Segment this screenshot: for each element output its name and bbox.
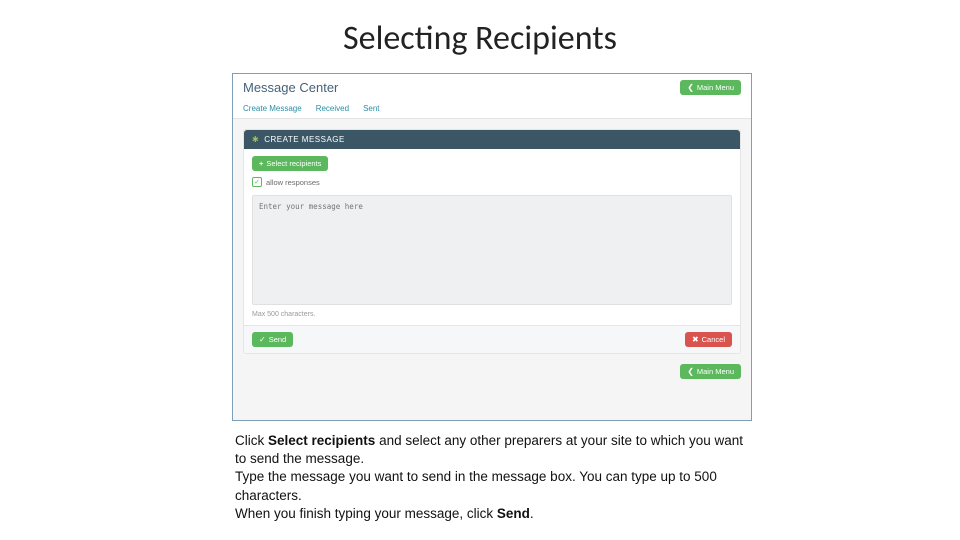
allow-responses-label: allow responses — [266, 178, 320, 187]
chevron-left-icon: ❮ — [687, 84, 694, 92]
select-recipients-button[interactable]: + Select recipients — [252, 156, 328, 171]
chevron-left-icon: ❮ — [687, 368, 694, 376]
instruction-line-3: When you finish typing your message, cli… — [235, 505, 755, 523]
close-icon: ✖ — [692, 336, 699, 344]
panel-header: ✱ CREATE MESSAGE — [244, 130, 740, 149]
select-recipients-label: Select recipients — [266, 159, 321, 168]
instructions-block: Click Select recipients and select any o… — [235, 432, 755, 532]
cancel-label: Cancel — [702, 335, 725, 344]
instruction-line-2: Type the message you want to send in the… — [235, 468, 755, 504]
instr3-post: . — [530, 506, 534, 521]
panel-title: CREATE MESSAGE — [264, 135, 345, 144]
instr3-pre: When you finish typing your message, cli… — [235, 506, 497, 521]
main-menu-button-bottom[interactable]: ❮ Main Menu — [680, 364, 741, 379]
app-header-row: Message Center ❮ Main Menu — [243, 80, 741, 95]
tab-received[interactable]: Received — [316, 101, 349, 118]
bottom-row: ❮ Main Menu — [243, 364, 741, 385]
instr1-bold: Select recipients — [268, 433, 375, 448]
send-button[interactable]: ✓ Send — [252, 332, 293, 347]
page-title: Message Center — [243, 80, 338, 95]
plus-icon: + — [259, 159, 263, 168]
panel-footer: ✓ Send ✖ Cancel — [244, 325, 740, 353]
message-textarea[interactable] — [252, 195, 732, 305]
tabs: Create Message Received Sent — [243, 101, 741, 118]
char-limit-note: Max 500 characters. — [252, 311, 732, 318]
panel-body: + Select recipients ✓ allow responses Ma… — [244, 149, 740, 325]
check-icon: ✓ — [259, 336, 266, 344]
send-label: Send — [269, 335, 287, 344]
tab-create-message[interactable]: Create Message — [243, 101, 302, 118]
cancel-button[interactable]: ✖ Cancel — [685, 332, 732, 347]
app-body: ✱ CREATE MESSAGE + Select recipients ✓ a… — [233, 119, 751, 395]
main-menu-label: Main Menu — [697, 83, 734, 92]
allow-responses-checkbox[interactable]: ✓ — [252, 177, 262, 187]
instr1-pre: Click — [235, 433, 268, 448]
main-menu-label-bottom: Main Menu — [697, 367, 734, 376]
gear-icon: ✱ — [252, 135, 259, 144]
allow-responses-row[interactable]: ✓ allow responses — [252, 177, 732, 187]
instruction-line-1: Click Select recipients and select any o… — [235, 432, 755, 468]
app-header: Message Center ❮ Main Menu Create Messag… — [233, 74, 751, 119]
create-message-panel: ✱ CREATE MESSAGE + Select recipients ✓ a… — [243, 129, 741, 354]
main-menu-button-top[interactable]: ❮ Main Menu — [680, 80, 741, 95]
app-root: Message Center ❮ Main Menu Create Messag… — [233, 74, 751, 420]
slide-title: Selecting Recipients — [0, 18, 960, 59]
instr3-bold: Send — [497, 506, 530, 521]
app-screenshot: Message Center ❮ Main Menu Create Messag… — [232, 73, 752, 421]
tab-sent[interactable]: Sent — [363, 101, 379, 118]
